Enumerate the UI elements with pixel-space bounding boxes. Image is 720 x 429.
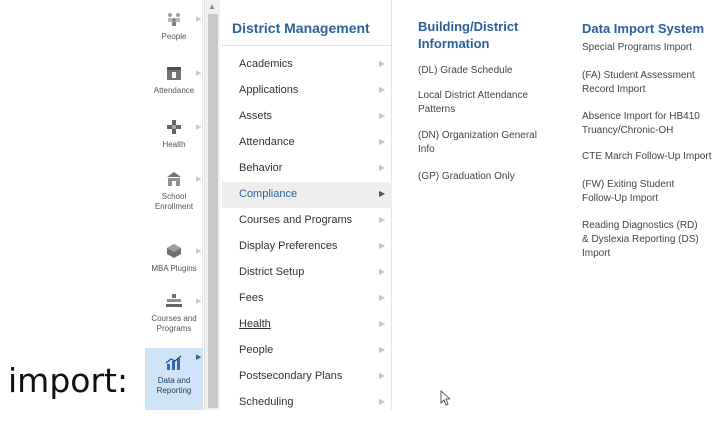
menu-item[interactable]: Fees ▶ bbox=[222, 286, 392, 312]
menu-item[interactable]: District Setup ▶ bbox=[222, 260, 392, 286]
menu-item-label: Postsecondary Plans bbox=[239, 370, 343, 382]
menu-item-label: Behavior bbox=[239, 162, 283, 174]
district-management-menu: District Management Academics ▶ Applicatio… bbox=[222, 0, 392, 410]
chevron-right-icon: ▶ bbox=[379, 85, 386, 94]
menu-item[interactable]: Behavior ▶ bbox=[222, 156, 392, 182]
nav-label: School Enrollment bbox=[154, 192, 194, 211]
chevron-right-icon: ▶ bbox=[379, 397, 386, 406]
data-import-title: Data Import System bbox=[582, 21, 705, 36]
chevron-right-icon: ▶ bbox=[379, 163, 386, 172]
nav-scrollbar[interactable]: ▲ bbox=[204, 0, 220, 410]
nav-label: Courses and Programs bbox=[151, 314, 197, 333]
menu-divider bbox=[222, 45, 392, 46]
caption-text: import: bbox=[8, 361, 129, 400]
left-icon-nav: People ▶ Attendance ▶ Health ▶ School En… bbox=[145, 0, 203, 410]
chevron-right-icon: ▶ bbox=[379, 371, 386, 380]
menu-item-label: Display Preferences bbox=[239, 240, 338, 252]
chevron-right-icon: ▶ bbox=[196, 298, 202, 305]
scroll-up-icon[interactable]: ▲ bbox=[208, 2, 216, 11]
chevron-right-icon: ▶ bbox=[196, 248, 202, 255]
nav-label: Data and Reporting bbox=[156, 376, 192, 395]
nav-item-health[interactable]: Health ▶ bbox=[145, 118, 203, 150]
chevron-right-icon: ▶ bbox=[379, 189, 386, 198]
menu-item[interactable]: People ▶ bbox=[222, 338, 392, 364]
building-district-title: Building/District Information bbox=[418, 19, 519, 51]
menu-item-label: Academics bbox=[239, 58, 293, 70]
submenu-link[interactable]: Local District Attendance Patterns bbox=[418, 89, 548, 117]
chevron-right-icon: ▶ bbox=[196, 70, 202, 77]
menu-item-label: Attendance bbox=[239, 136, 295, 148]
courses-icon bbox=[165, 292, 183, 310]
submenu-link[interactable]: Absence Import for HB410 Truancy/Chronic… bbox=[582, 110, 712, 138]
chevron-right-icon: ▶ bbox=[379, 241, 386, 250]
menu-item-label: Fees bbox=[239, 292, 264, 304]
submenu-link[interactable]: Reading Diagnostics (RD) & Dyslexia Repo… bbox=[582, 219, 706, 261]
menu-item[interactable]: Display Preferences ▶ bbox=[222, 234, 392, 260]
menu-item[interactable]: Compliance ▶ bbox=[222, 182, 392, 208]
menu-item-label: District Setup bbox=[239, 266, 305, 278]
chevron-right-icon: ▶ bbox=[196, 16, 202, 23]
chart-icon bbox=[165, 354, 183, 372]
nav-item-school-enrollment[interactable]: School Enrollment ▶ bbox=[145, 170, 203, 212]
menu-item[interactable]: Assets ▶ bbox=[222, 104, 392, 130]
health-icon bbox=[165, 118, 183, 136]
chevron-right-icon: ▶ bbox=[379, 345, 386, 354]
mouse-cursor-icon bbox=[440, 390, 450, 406]
people-icon bbox=[165, 10, 183, 28]
menu-item[interactable]: Scheduling ▶ bbox=[222, 390, 392, 416]
scroll-thumb[interactable] bbox=[208, 14, 218, 408]
submenu-link[interactable]: (FW) Exiting Student Follow-Up Import bbox=[582, 178, 706, 206]
menu-item[interactable]: Applications ▶ bbox=[222, 78, 392, 104]
chevron-right-icon: ▶ bbox=[196, 176, 202, 183]
school-icon bbox=[165, 170, 183, 188]
nav-item-data-and-reporting[interactable]: Data and Reporting ▶ bbox=[145, 348, 203, 410]
nav-label: MBA Plugins bbox=[151, 264, 197, 273]
menu-item-label: People bbox=[239, 344, 274, 356]
menu-item-label: Applications bbox=[239, 84, 299, 96]
chevron-right-icon: ▶ bbox=[379, 215, 386, 224]
nav-item-attendance[interactable]: Attendance ▶ bbox=[145, 64, 203, 96]
chevron-right-icon: ▶ bbox=[379, 59, 386, 68]
chevron-right-icon: ▶ bbox=[196, 124, 202, 131]
chevron-right-icon: ▶ bbox=[379, 111, 386, 120]
menu-item-label: Courses and Programs bbox=[239, 214, 353, 226]
menu-item[interactable]: Postsecondary Plans ▶ bbox=[222, 364, 392, 390]
chevron-right-icon: ▶ bbox=[379, 319, 386, 328]
submenu-link[interactable]: (DL) Grade Schedule bbox=[418, 64, 558, 78]
chevron-right-icon: ▶ bbox=[379, 137, 386, 146]
menu-title: District Management bbox=[232, 20, 370, 36]
plugin-icon bbox=[165, 242, 183, 260]
chevron-right-icon: ▶ bbox=[379, 267, 386, 276]
menu-item-label: Compliance bbox=[239, 188, 298, 200]
nav-item-people[interactable]: People ▶ bbox=[145, 10, 203, 42]
nav-item-courses-and-programs[interactable]: Courses and Programs ▶ bbox=[145, 292, 203, 334]
nav-label: People bbox=[161, 32, 187, 41]
nav-label: Health bbox=[162, 140, 186, 149]
attendance-icon bbox=[165, 64, 183, 82]
menu-item[interactable]: Courses and Programs ▶ bbox=[222, 208, 392, 234]
menu-item[interactable]: Attendance ▶ bbox=[222, 130, 392, 156]
submenu-link[interactable]: (DN) Organization General Info bbox=[418, 129, 548, 157]
menu-item-label: Assets bbox=[239, 110, 273, 122]
submenu-link[interactable]: CTE March Follow-Up Import bbox=[582, 150, 720, 164]
submenu-link[interactable]: Special Programs Import bbox=[582, 41, 712, 55]
submenu-link[interactable]: (GP) Graduation Only bbox=[418, 170, 558, 184]
menu-item[interactable]: Academics ▶ bbox=[222, 52, 392, 78]
nav-item-mba-plugins[interactable]: MBA Plugins ▶ bbox=[145, 242, 203, 274]
menu-item-label: Health bbox=[239, 318, 271, 330]
nav-label: Attendance bbox=[153, 86, 195, 95]
menu-item-label: Scheduling bbox=[239, 396, 294, 408]
submenu-link[interactable]: (FA) Student Assessment Record Import bbox=[582, 69, 702, 97]
menu-item[interactable]: Health ▶ bbox=[222, 312, 392, 338]
chevron-right-icon: ▶ bbox=[196, 354, 202, 361]
chevron-right-icon: ▶ bbox=[379, 293, 386, 302]
